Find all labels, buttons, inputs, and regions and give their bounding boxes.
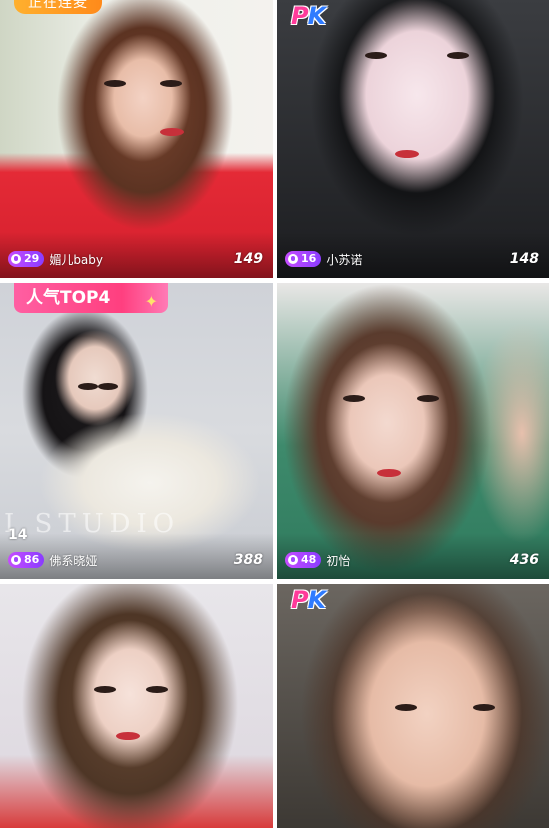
pk-badge-k: K xyxy=(307,2,327,30)
card-footer: 29 媚儿baby 149 xyxy=(8,250,263,268)
anchor-name: 初怡 xyxy=(326,553,351,568)
pk-badge-k: K xyxy=(307,586,327,614)
eyes-decor xyxy=(94,686,168,693)
level-value: 86 xyxy=(24,553,40,566)
sparkle-icon: ✦ xyxy=(144,292,158,311)
live-room-card[interactable]: PK 16 小苏诺 148 xyxy=(277,0,549,278)
rank-badge: 人气TOP4 ✦ xyxy=(14,283,168,313)
pk-badge: PK xyxy=(291,2,327,30)
level-value: 48 xyxy=(301,553,317,566)
eyes-decor xyxy=(78,383,118,390)
card-footer: 48 初怡 436 xyxy=(285,551,539,569)
pk-badge: PK xyxy=(291,586,327,614)
lips-decor xyxy=(395,150,419,158)
side-count: 14 xyxy=(8,527,28,543)
live-room-card[interactable]: 48 初怡 436 xyxy=(277,283,549,579)
viewer-count: 436 xyxy=(509,552,539,568)
mic-icon xyxy=(288,555,298,565)
anchor-name: 佛系晓娅 xyxy=(49,553,98,568)
viewer-count: 149 xyxy=(233,251,263,267)
eyes-decor xyxy=(395,704,495,711)
level-badge: 29 xyxy=(8,251,45,267)
live-room-card[interactable]: I STUDIO 人气TOP4 ✦ 14 86 佛系晓娅 388 xyxy=(0,283,273,579)
mic-icon xyxy=(288,254,298,264)
level-value: 16 xyxy=(301,252,317,265)
mic-icon xyxy=(11,254,21,264)
lips-decor xyxy=(160,128,184,136)
level-badge: 48 xyxy=(285,552,322,568)
card-footer: 16 小苏诺 148 xyxy=(285,250,539,268)
viewer-count: 148 xyxy=(509,251,539,267)
eyes-decor xyxy=(365,52,469,59)
level-badge: 16 xyxy=(285,251,322,267)
eyes-decor xyxy=(343,395,439,402)
eyes-decor xyxy=(104,80,182,87)
live-room-card[interactable]: PK xyxy=(277,584,549,828)
status-badge: 正在连麦 xyxy=(14,0,102,14)
level-value: 29 xyxy=(24,252,40,265)
anchor-name: 媚儿baby xyxy=(49,252,104,267)
level-badge: 86 xyxy=(8,552,45,568)
live-room-card[interactable]: 正在连麦 29 媚儿baby 149 xyxy=(0,0,273,278)
pk-badge-p: P xyxy=(291,2,309,30)
streamer-photo xyxy=(0,584,273,828)
live-room-card[interactable] xyxy=(0,584,273,828)
live-room-grid: 正在连麦 29 媚儿baby 149 PK 16 小苏诺 148 I STUDI… xyxy=(0,0,549,828)
pk-badge-p: P xyxy=(291,586,309,614)
viewer-count: 388 xyxy=(233,552,263,568)
rank-label: 人气TOP4 xyxy=(26,288,111,308)
anchor-name: 小苏诺 xyxy=(326,252,363,267)
mic-icon xyxy=(11,555,21,565)
card-footer: 86 佛系晓娅 388 xyxy=(8,551,263,569)
lips-decor xyxy=(116,732,140,740)
lips-decor xyxy=(377,469,401,477)
